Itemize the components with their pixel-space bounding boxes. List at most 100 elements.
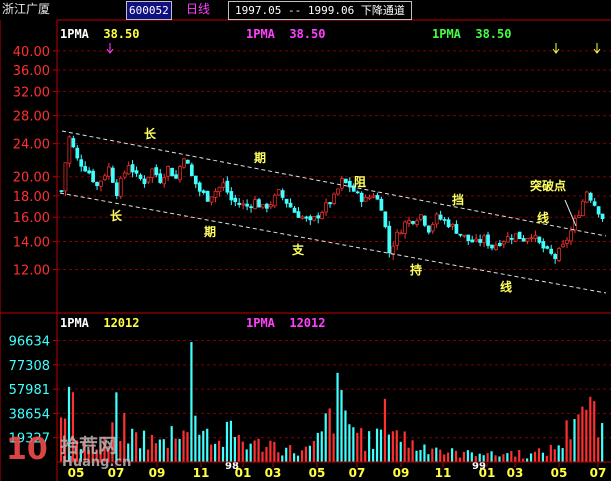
- volume-bar: [498, 456, 501, 462]
- volume-bar: [486, 453, 489, 462]
- candle-body: [205, 190, 210, 202]
- candle-body: [288, 202, 293, 208]
- volume-bar: [431, 448, 434, 462]
- candle-body: [442, 219, 447, 221]
- candle-body: [272, 194, 277, 207]
- candle-body: [474, 238, 479, 242]
- candle-body: [466, 234, 471, 242]
- volume-bar: [265, 446, 268, 462]
- stock-chart[interactable]: 40.00 36.00 32.00 28.00 24.00 20.00 18.00 16.00…: [0, 0, 611, 481]
- candle-body: [411, 221, 415, 224]
- candle-body: [107, 166, 111, 177]
- candle-body: [142, 178, 147, 185]
- volume-bar: [352, 427, 355, 462]
- volume-bar: [245, 449, 248, 462]
- volume-bar: [435, 447, 438, 462]
- candle-body: [501, 241, 506, 245]
- volume-bar: [146, 449, 150, 462]
- volume-bar: [522, 458, 525, 462]
- x-tick-label: 05: [309, 466, 326, 480]
- candle-body: [569, 230, 573, 242]
- candle-body: [67, 136, 72, 164]
- candle-body: [529, 237, 534, 240]
- volume-bar: [454, 450, 458, 462]
- candle-body: [83, 166, 88, 172]
- candle-body: [355, 191, 360, 194]
- candle-body: [130, 164, 135, 173]
- candle-body: [229, 191, 234, 201]
- volume-bar: [368, 431, 371, 462]
- candle-body: [280, 190, 285, 198]
- candle-body: [379, 198, 384, 211]
- volume-bar: [249, 443, 252, 462]
- channel-annotation: 突破点: [530, 178, 566, 193]
- volume-bar: [285, 447, 288, 462]
- candle-body: [340, 178, 344, 189]
- price-tick-label: 28.00: [13, 110, 50, 125]
- volume-bar: [340, 389, 343, 462]
- price-ma-label-2: 1PMA 38.50: [246, 27, 326, 41]
- volume-bar: [233, 437, 236, 462]
- candle-body: [391, 245, 396, 255]
- candle-body: [217, 186, 222, 193]
- watermark-site-name: 拾荒网: [60, 435, 118, 457]
- candle-body: [249, 206, 253, 209]
- candle-body: [63, 162, 68, 192]
- volume-bar: [312, 440, 315, 462]
- candle-body: [110, 167, 115, 183]
- candle-body: [158, 173, 163, 183]
- volume-ma-label-2: 1PMA 12012: [246, 316, 326, 330]
- candle-body: [312, 216, 317, 221]
- volume-bar: [158, 439, 161, 462]
- volume-bar: [450, 448, 454, 462]
- candle-body: [336, 188, 340, 195]
- year-label: 99: [472, 461, 486, 472]
- date-range-title: 1997.05 -- 1999.06 下降通道: [228, 1, 412, 20]
- volume-bar: [293, 453, 296, 462]
- volume-bar: [360, 428, 363, 462]
- candle-body: [304, 216, 309, 219]
- candle-body: [95, 181, 99, 186]
- year-label: 98: [225, 461, 239, 472]
- candle-body: [178, 166, 182, 181]
- volume-bar: [138, 448, 142, 462]
- volume-bar: [296, 455, 300, 462]
- channel-annotation: 挡: [452, 192, 464, 207]
- volume-bar: [320, 431, 323, 462]
- candle-body: [233, 197, 238, 202]
- candle-body: [490, 244, 494, 249]
- volume-bar: [561, 448, 564, 462]
- volume-bar: [237, 434, 240, 462]
- candle-body: [375, 195, 380, 200]
- price-tick-label: 16.00: [13, 211, 50, 226]
- volume-bar: [541, 452, 545, 462]
- volume-bar: [202, 430, 205, 462]
- price-ma-label-3: 1PMA 38.50: [432, 27, 512, 41]
- volume-bar: [210, 444, 213, 462]
- volume-bar: [348, 424, 351, 462]
- volume-bar: [371, 448, 375, 462]
- period-label[interactable]: 日线: [186, 1, 210, 18]
- candle-body: [138, 174, 143, 179]
- volume-bar: [415, 450, 418, 462]
- candle-body: [482, 235, 486, 244]
- volume-bar: [577, 414, 580, 462]
- candle-body: [268, 204, 273, 208]
- candle-body: [59, 190, 64, 193]
- channel-annotation: 持: [410, 262, 422, 277]
- candle-body: [189, 164, 194, 177]
- candle-body: [75, 147, 80, 159]
- volume-bar: [502, 454, 505, 462]
- volume-bar: [225, 421, 229, 462]
- volume-bar: [190, 342, 193, 462]
- volume-bar: [506, 453, 509, 462]
- breakout-pointer-line: [564, 199, 577, 227]
- volume-bar: [537, 448, 541, 462]
- stock-code-badge[interactable]: 600052: [126, 1, 172, 20]
- candle-body: [347, 180, 352, 188]
- price-tick-label: 36.00: [13, 64, 50, 79]
- volume-bar: [466, 450, 469, 462]
- volume-bar: [150, 434, 154, 462]
- candle-body: [549, 248, 554, 254]
- candle-body: [553, 254, 558, 260]
